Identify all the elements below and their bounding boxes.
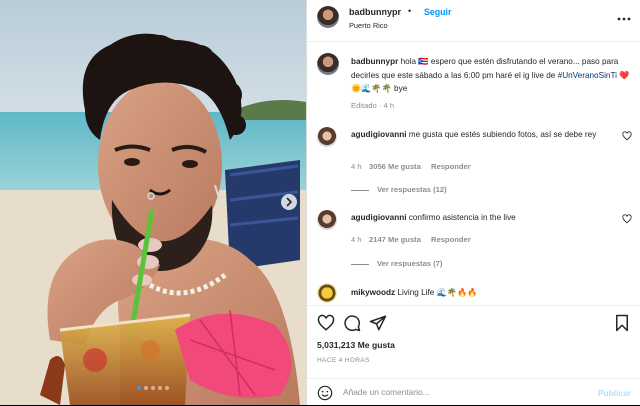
share-button[interactable] (369, 314, 387, 332)
carousel-indicator (0, 377, 306, 395)
post-photo[interactable] (0, 0, 306, 405)
comment-username[interactable]: agudigiovanni (351, 213, 407, 222)
caption-avatar[interactable] (317, 53, 339, 75)
carousel-next-button[interactable] (281, 194, 297, 210)
post-side-panel: badbunnypr • Seguir Puerto Rico badbunny… (306, 0, 640, 405)
comment-avatar[interactable] (317, 127, 337, 147)
post-location[interactable]: Puerto Rico (349, 21, 388, 30)
heart-outline-icon (622, 214, 632, 224)
follow-button[interactable]: Seguir (424, 7, 451, 17)
smiley-icon (317, 385, 333, 401)
header-separator: • (408, 6, 412, 16)
comment-username[interactable]: mikywoodz (351, 288, 395, 297)
carousel-dot (137, 386, 141, 390)
send-icon (369, 315, 387, 331)
comment-like-button[interactable] (622, 131, 632, 143)
comment-text: confirmo asistencia in the live (408, 213, 516, 222)
comment-avatar[interactable] (317, 210, 337, 230)
more-icon (617, 17, 631, 21)
instagram-post-modal: badbunnypr • Seguir Puerto Rico badbunny… (0, 0, 640, 405)
heart-outline-icon (317, 314, 335, 331)
heart-outline-icon (622, 131, 632, 141)
add-comment-bar: Publicar (307, 378, 640, 405)
comment-username[interactable]: agudigiovanni (351, 130, 407, 139)
comment-item: mikywoodz Living Life 🌊🌴🔥🔥 (351, 286, 613, 299)
comment-input[interactable] (343, 384, 583, 400)
comment-text: Living Life 🌊🌴🔥🔥 (397, 288, 478, 297)
comment-item: agudigiovanni me gusta que estés subiend… (351, 128, 613, 141)
comment-time: 4 h (351, 235, 362, 244)
comment-text: me gusta que estés subiendo fotos, así s… (408, 130, 597, 139)
carousel-dot (144, 386, 148, 390)
comment-likes[interactable]: 2147 Me gusta (369, 235, 421, 244)
post-actions-bar (307, 306, 640, 338)
comment-likes[interactable]: 3056 Me gusta (369, 162, 421, 171)
photo-illustration (0, 0, 306, 405)
post-caption: badbunnypr hola 🇵🇷 espero que estén disf… (351, 55, 637, 96)
comment-reply-button[interactable]: Responder (431, 162, 471, 171)
author-avatar[interactable] (317, 6, 339, 28)
post-header: badbunnypr • Seguir Puerto Rico (307, 0, 640, 42)
caption-edited-time: Editado · 4 h (351, 101, 395, 110)
author-username[interactable]: badbunnypr (349, 7, 401, 17)
comment-button[interactable] (343, 314, 361, 332)
comment-avatar[interactable] (317, 283, 337, 303)
emoji-button[interactable] (317, 385, 333, 401)
bookmark-icon (616, 314, 628, 332)
save-button[interactable] (613, 314, 631, 332)
chevron-right-icon (286, 197, 293, 207)
carousel-dot (165, 386, 169, 390)
view-replies-button[interactable]: Ver respuestas (7) (351, 259, 442, 268)
post-timestamp: HACE 4 HORAS (317, 357, 370, 364)
carousel-dot (151, 386, 155, 390)
comment-item: agudigiovanni confirmo asistencia in the… (351, 211, 613, 224)
comment-like-button[interactable] (622, 214, 632, 226)
comment-reply-button[interactable]: Responder (431, 235, 471, 244)
comment-icon (344, 315, 361, 332)
like-button[interactable] (317, 314, 335, 332)
more-options-button[interactable] (617, 10, 631, 24)
comment-time: 4 h (351, 162, 362, 171)
view-replies-button[interactable]: Ver respuestas (12) (351, 185, 447, 194)
caption-hashtag[interactable]: #UnVeranoSinTi (558, 71, 617, 80)
carousel-dot (158, 386, 162, 390)
caption-username[interactable]: badbunnypr (351, 57, 398, 66)
post-like-count[interactable]: 5,031,213 Me gusta (317, 340, 395, 350)
publish-button[interactable]: Publicar (598, 388, 631, 398)
